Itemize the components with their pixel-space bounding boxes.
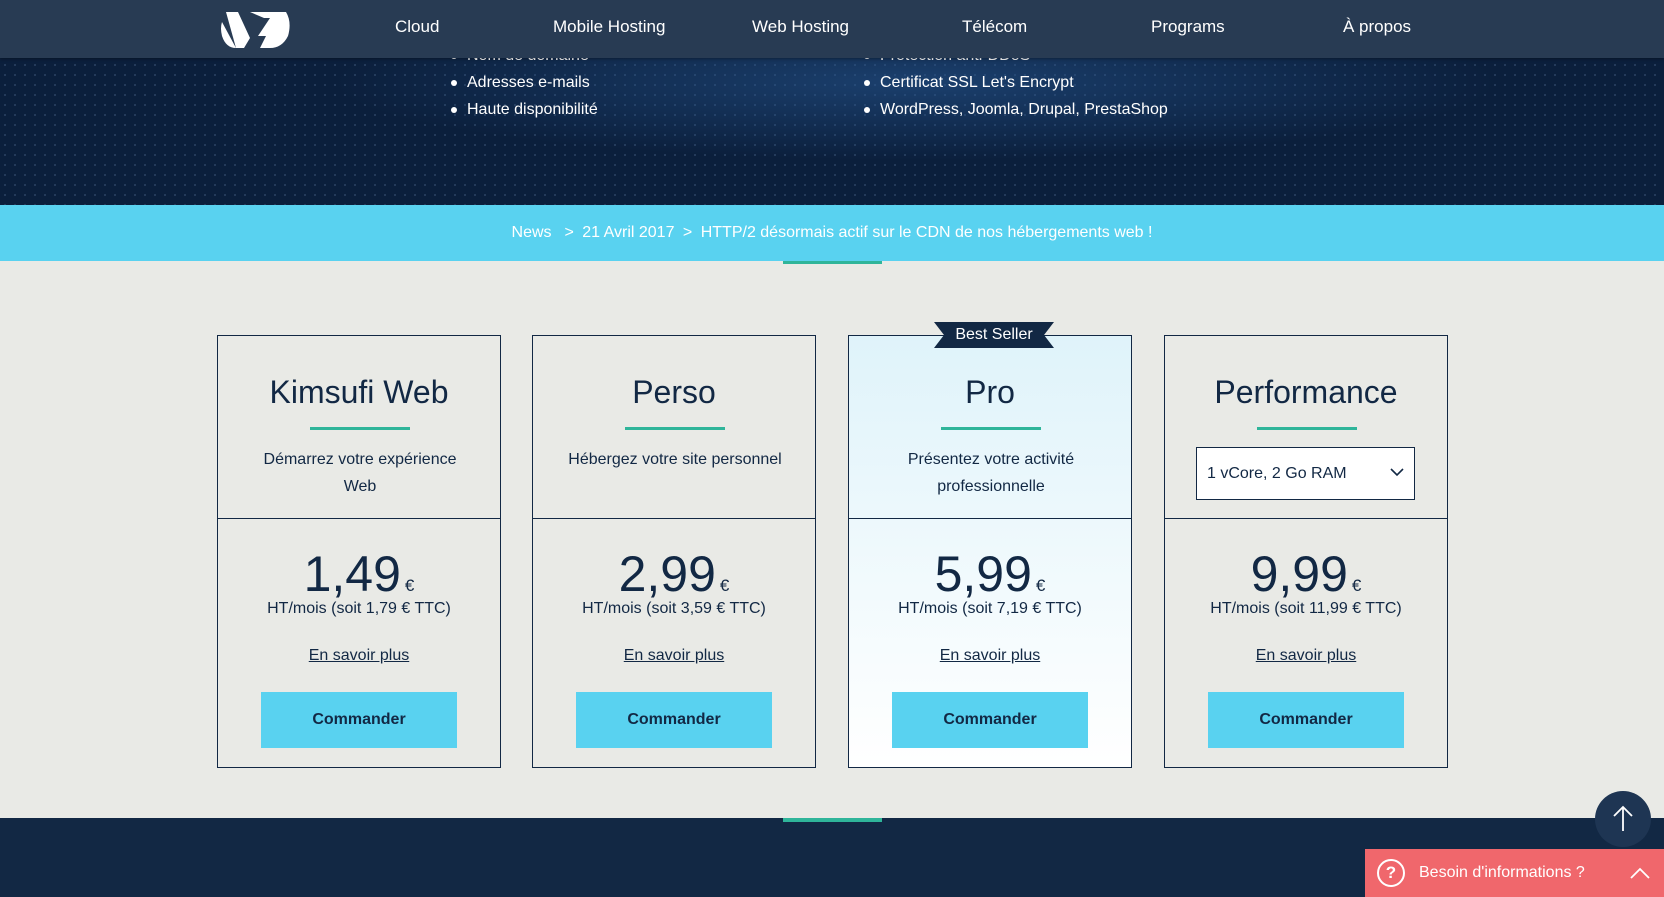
- nav-item-telecom[interactable]: Télécom: [962, 0, 1027, 54]
- help-label: Besoin d'informations ?: [1419, 864, 1585, 881]
- nav-item-cloud[interactable]: Cloud: [395, 0, 439, 54]
- nav-item-programs[interactable]: Programs: [1151, 0, 1225, 54]
- config-select-value: 1 vCore, 2 Go RAM: [1207, 465, 1347, 482]
- plan-description: Présentez votre activité professionnelle: [907, 451, 1075, 495]
- title-underline: [1257, 427, 1357, 430]
- plan-price: 1,49 €: [218, 544, 500, 604]
- news-bar: News > 21 Avril 2017 > HTTP/2 désormais …: [0, 205, 1664, 261]
- ovh-logo[interactable]: [220, 8, 292, 52]
- news-headline[interactable]: HTTP/2 désormais actif sur le CDN de nos…: [701, 224, 1153, 241]
- plan-card-performance: Performance 1 vCore, 2 Go RAM 9,99 € HT/m…: [1164, 335, 1448, 768]
- plan-card-header: Performance 1 vCore, 2 Go RAM: [1165, 336, 1447, 519]
- title-underline: [941, 427, 1041, 430]
- order-button[interactable]: Commander: [576, 692, 772, 748]
- plan-description: Démarrez votre expérience Web: [263, 451, 457, 495]
- plan-title: Perso: [632, 374, 716, 410]
- price-currency: €: [1351, 576, 1362, 595]
- plan-description: Hébergez votre site personnel: [568, 451, 782, 468]
- nav-item-web-hosting[interactable]: Web Hosting: [752, 0, 849, 54]
- price-currency: €: [404, 576, 415, 595]
- badge-label: Best Seller: [955, 326, 1033, 343]
- plan-card-kimsufi-web: Kimsufi Web Démarrez votre expérience We…: [217, 335, 501, 768]
- plan-card-header: Pro Présentez votre activité professionn…: [849, 336, 1131, 519]
- hero-feature-item: WordPress, Joomla, Drupal, PrestaShop: [862, 96, 1168, 123]
- learn-more-link[interactable]: En savoir plus: [1165, 647, 1447, 665]
- news-date: 21 Avril 2017: [582, 224, 675, 241]
- question-icon: ?: [1377, 859, 1405, 887]
- help-chat-tab[interactable]: ? Besoin d'informations ?: [1365, 849, 1664, 897]
- price-note: HT/mois (soit 7,19 € TTC): [898, 600, 1082, 617]
- plan-price: 5,99 €: [849, 544, 1131, 604]
- breadcrumb-separator: >: [682, 224, 693, 241]
- order-button[interactable]: Commander: [1208, 692, 1404, 748]
- section-underline: [783, 818, 882, 822]
- hero-feature-item: Certificat SSL Let's Encrypt: [862, 69, 1168, 96]
- order-button[interactable]: Commander: [261, 692, 457, 748]
- plan-card-pro: Pro Présentez votre activité professionn…: [848, 335, 1132, 768]
- price-amount: 9,99: [1250, 546, 1348, 602]
- plan-card-header: Perso Hébergez votre site personnel: [533, 336, 815, 519]
- top-navigation: Cloud Mobile Hosting Web Hosting Télécom…: [0, 0, 1664, 58]
- config-select[interactable]: 1 vCore, 2 Go RAM: [1196, 447, 1415, 500]
- plan-title: Kimsufi Web: [269, 374, 449, 410]
- learn-more-link[interactable]: En savoir plus: [849, 647, 1131, 665]
- news-label[interactable]: News: [512, 224, 552, 241]
- price-currency: €: [719, 576, 730, 595]
- nav-item-a-propos[interactable]: À propos: [1343, 0, 1411, 54]
- chevron-down-icon: [1390, 468, 1404, 477]
- breadcrumb-separator: >: [560, 224, 574, 241]
- price-note: HT/mois (soit 1,79 € TTC): [267, 600, 451, 617]
- nav-item-mobile-hosting[interactable]: Mobile Hosting: [553, 0, 665, 54]
- best-seller-badge: Best Seller: [934, 322, 1054, 348]
- chevron-up-icon[interactable]: [1630, 866, 1650, 880]
- hero-feature-item: Adresses e-mails: [449, 69, 598, 96]
- arrow-up-icon: [1613, 805, 1633, 831]
- learn-more-link[interactable]: En savoir plus: [533, 647, 815, 665]
- learn-more-link[interactable]: En savoir plus: [218, 647, 500, 665]
- plan-card-perso: Perso Hébergez votre site personnel 2,99…: [532, 335, 816, 768]
- order-button[interactable]: Commander: [892, 692, 1088, 748]
- price-amount: 2,99: [618, 546, 716, 602]
- price-note: HT/mois (soit 3,59 € TTC): [582, 600, 766, 617]
- plan-price: 9,99 €: [1165, 544, 1447, 604]
- plan-title: Performance: [1214, 374, 1398, 410]
- price-amount: 1,49: [303, 546, 401, 602]
- title-underline: [310, 427, 410, 430]
- section-underline: [783, 261, 882, 264]
- price-amount: 5,99: [934, 546, 1032, 602]
- hero-feature-item: Haute disponibilité: [449, 96, 598, 123]
- title-underline: [625, 427, 725, 430]
- scroll-to-top-button[interactable]: [1595, 791, 1651, 847]
- price-currency: €: [1035, 576, 1046, 595]
- plan-price: 2,99 €: [533, 544, 815, 604]
- price-note: HT/mois (soit 11,99 € TTC): [1210, 600, 1402, 617]
- plan-title: Pro: [965, 374, 1015, 410]
- plan-card-header: Kimsufi Web Démarrez votre expérience We…: [218, 336, 500, 519]
